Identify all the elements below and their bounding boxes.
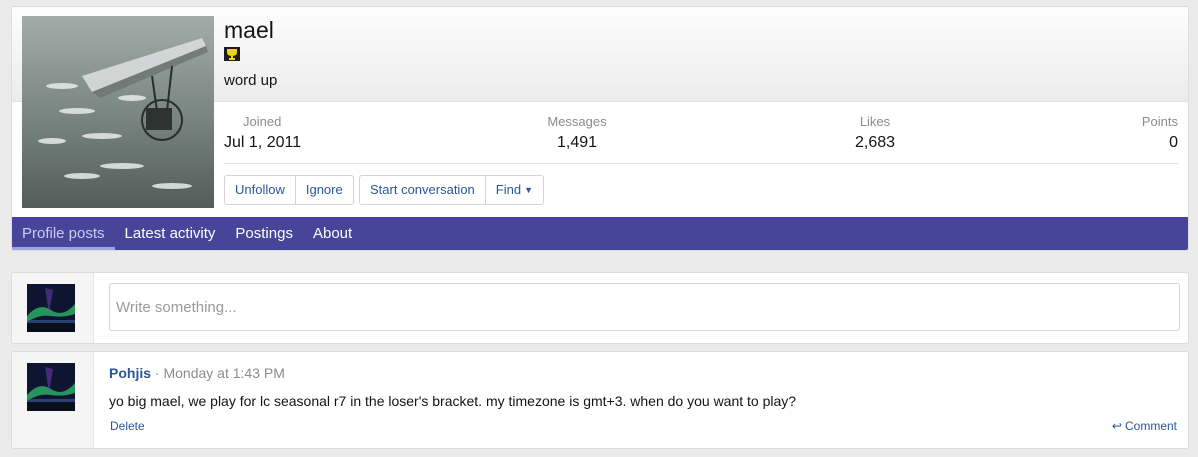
- stat-likes: Likes 2,683: [830, 114, 920, 152]
- aurora-photo: [27, 284, 75, 332]
- tab-postings[interactable]: Postings: [225, 217, 303, 250]
- post-body: yo big mael, we play for lc seasonal r7 …: [109, 393, 797, 409]
- stat-label: Joined: [243, 114, 282, 129]
- current-user-avatar[interactable]: [27, 284, 75, 332]
- reply-icon: ↩: [1111, 419, 1122, 433]
- stat-value[interactable]: 1,491: [532, 134, 622, 152]
- profile-avatar[interactable]: [22, 16, 214, 208]
- stat-joined: Joined Jul 1, 2011: [224, 114, 301, 152]
- start-conversation-button[interactable]: Start conversation: [360, 176, 485, 204]
- tab-profile-posts[interactable]: Profile posts: [12, 217, 115, 250]
- stat-value: 2,683: [854, 134, 896, 151]
- stat-messages[interactable]: Messages 1,491: [532, 114, 622, 152]
- composer-avatar-column: [12, 273, 94, 343]
- post-author-link[interactable]: Pohjis: [109, 365, 151, 381]
- comment-label: Comment: [1124, 419, 1177, 433]
- ignore-button[interactable]: Ignore: [294, 176, 353, 204]
- profile-username: mael: [224, 17, 274, 43]
- find-button-label: Find: [495, 182, 522, 197]
- unfollow-button[interactable]: Unfollow: [225, 176, 295, 204]
- follow-button-group: Unfollow Ignore: [224, 175, 354, 205]
- trophy-icon: [224, 47, 240, 61]
- stat-value[interactable]: 0: [1142, 134, 1178, 152]
- stats-divider: [224, 163, 1178, 164]
- post-avatar-column: [12, 352, 94, 448]
- post-timestamp[interactable]: Monday at 1:43 PM: [163, 365, 284, 381]
- find-dropdown-button[interactable]: Find ▼: [484, 176, 543, 204]
- stat-points[interactable]: Points 0: [1142, 114, 1178, 152]
- aurora-photo: [27, 363, 75, 411]
- comment-link[interactable]: ↩ Comment: [1112, 419, 1177, 433]
- profile-post-input[interactable]: [109, 283, 1180, 331]
- profile-header: mael word up Joined Jul 1, 2011 Messages…: [11, 6, 1189, 251]
- conversation-button-group: Start conversation Find ▼: [359, 175, 544, 205]
- delete-post-link[interactable]: Delete: [110, 419, 145, 433]
- microlight-aircraft-with-birds-photo: [22, 16, 214, 208]
- tab-about[interactable]: About: [303, 217, 362, 250]
- post-meta: Pohjis · Monday at 1:43 PM: [109, 365, 285, 381]
- post-author-avatar[interactable]: [27, 363, 75, 411]
- stat-label: Points: [1141, 114, 1178, 129]
- tab-latest-activity[interactable]: Latest activity: [115, 217, 226, 250]
- stat-label: Likes: [859, 114, 891, 129]
- profile-post-composer: [11, 272, 1189, 344]
- stat-label: Messages: [547, 114, 607, 129]
- profile-user-title: word up: [224, 72, 278, 89]
- post-meta-separator: ·: [154, 365, 160, 381]
- stat-value: Jul 1, 2011: [224, 134, 302, 151]
- profile-post: Pohjis · Monday at 1:43 PM yo big mael, …: [11, 351, 1189, 449]
- caret-down-icon: ▼: [524, 185, 533, 195]
- profile-tab-bar: Profile posts Latest activity Postings A…: [12, 217, 1188, 250]
